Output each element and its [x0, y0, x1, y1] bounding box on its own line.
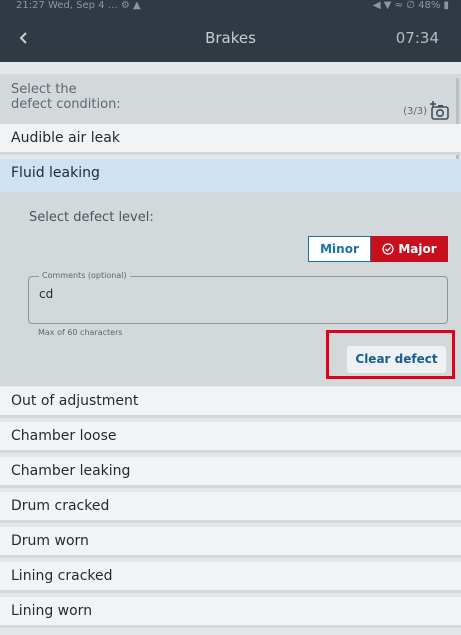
defect-item-fluid-leaking[interactable]: Fluid leaking	[0, 159, 461, 192]
defect-item-drum-cracked[interactable]: Drum cracked	[0, 492, 461, 523]
comments-value: cd	[39, 287, 54, 301]
status-bar: 21:27 Wed, Sep 4 … ⚙ ▲ ◀ ▼ ≈ ∅ 48% ▮	[0, 0, 461, 14]
clear-defect-button[interactable]: Clear defect	[347, 346, 446, 373]
defect-item-lining-cracked[interactable]: Lining cracked	[0, 562, 461, 593]
add-photo-button[interactable]	[429, 100, 451, 122]
defect-item-audible-air-leak[interactable]: Audible air leak	[0, 124, 461, 155]
minor-label: Minor	[320, 242, 359, 256]
check-circle-icon	[382, 243, 394, 255]
header-label: Select the defect condition:	[11, 82, 121, 112]
major-label: Major	[398, 242, 437, 256]
defect-item-chamber-loose[interactable]: Chamber loose	[0, 422, 461, 453]
camera-add-icon	[430, 101, 449, 120]
timer: 07:34	[395, 29, 439, 47]
defect-item-chamber-leaking[interactable]: Chamber leaking	[0, 457, 461, 488]
defect-item-lining-worn[interactable]: Lining worn	[0, 597, 461, 628]
defect-panel: Select the defect condition: (3/3) Audib…	[0, 62, 461, 635]
comments-legend: Comments (optional)	[39, 271, 130, 281]
status-icons: ◀ ▼ ≈ ∅ 48% ▮	[372, 0, 449, 11]
status-time: 21:27 Wed, Sep 4 … ⚙ ▲	[16, 0, 141, 11]
level-label: Select defect level:	[29, 210, 154, 225]
defect-item-out-of-adjustment[interactable]: Out of adjustment	[0, 387, 461, 418]
comments-field[interactable]: Comments (optional) cd	[28, 271, 448, 324]
photo-count: (3/3)	[403, 106, 427, 117]
defect-item-drum-worn[interactable]: Drum worn	[0, 527, 461, 558]
defect-level-toggle: Minor Major	[308, 236, 448, 262]
app-bar: Brakes 07:34	[0, 14, 461, 62]
comments-helper: Max of 60 characters	[38, 328, 123, 337]
minor-button[interactable]: Minor	[308, 236, 371, 262]
page-title: Brakes	[205, 29, 256, 47]
defect-header: Select the defect condition: (3/3)	[0, 74, 461, 124]
major-button[interactable]: Major	[371, 236, 448, 262]
